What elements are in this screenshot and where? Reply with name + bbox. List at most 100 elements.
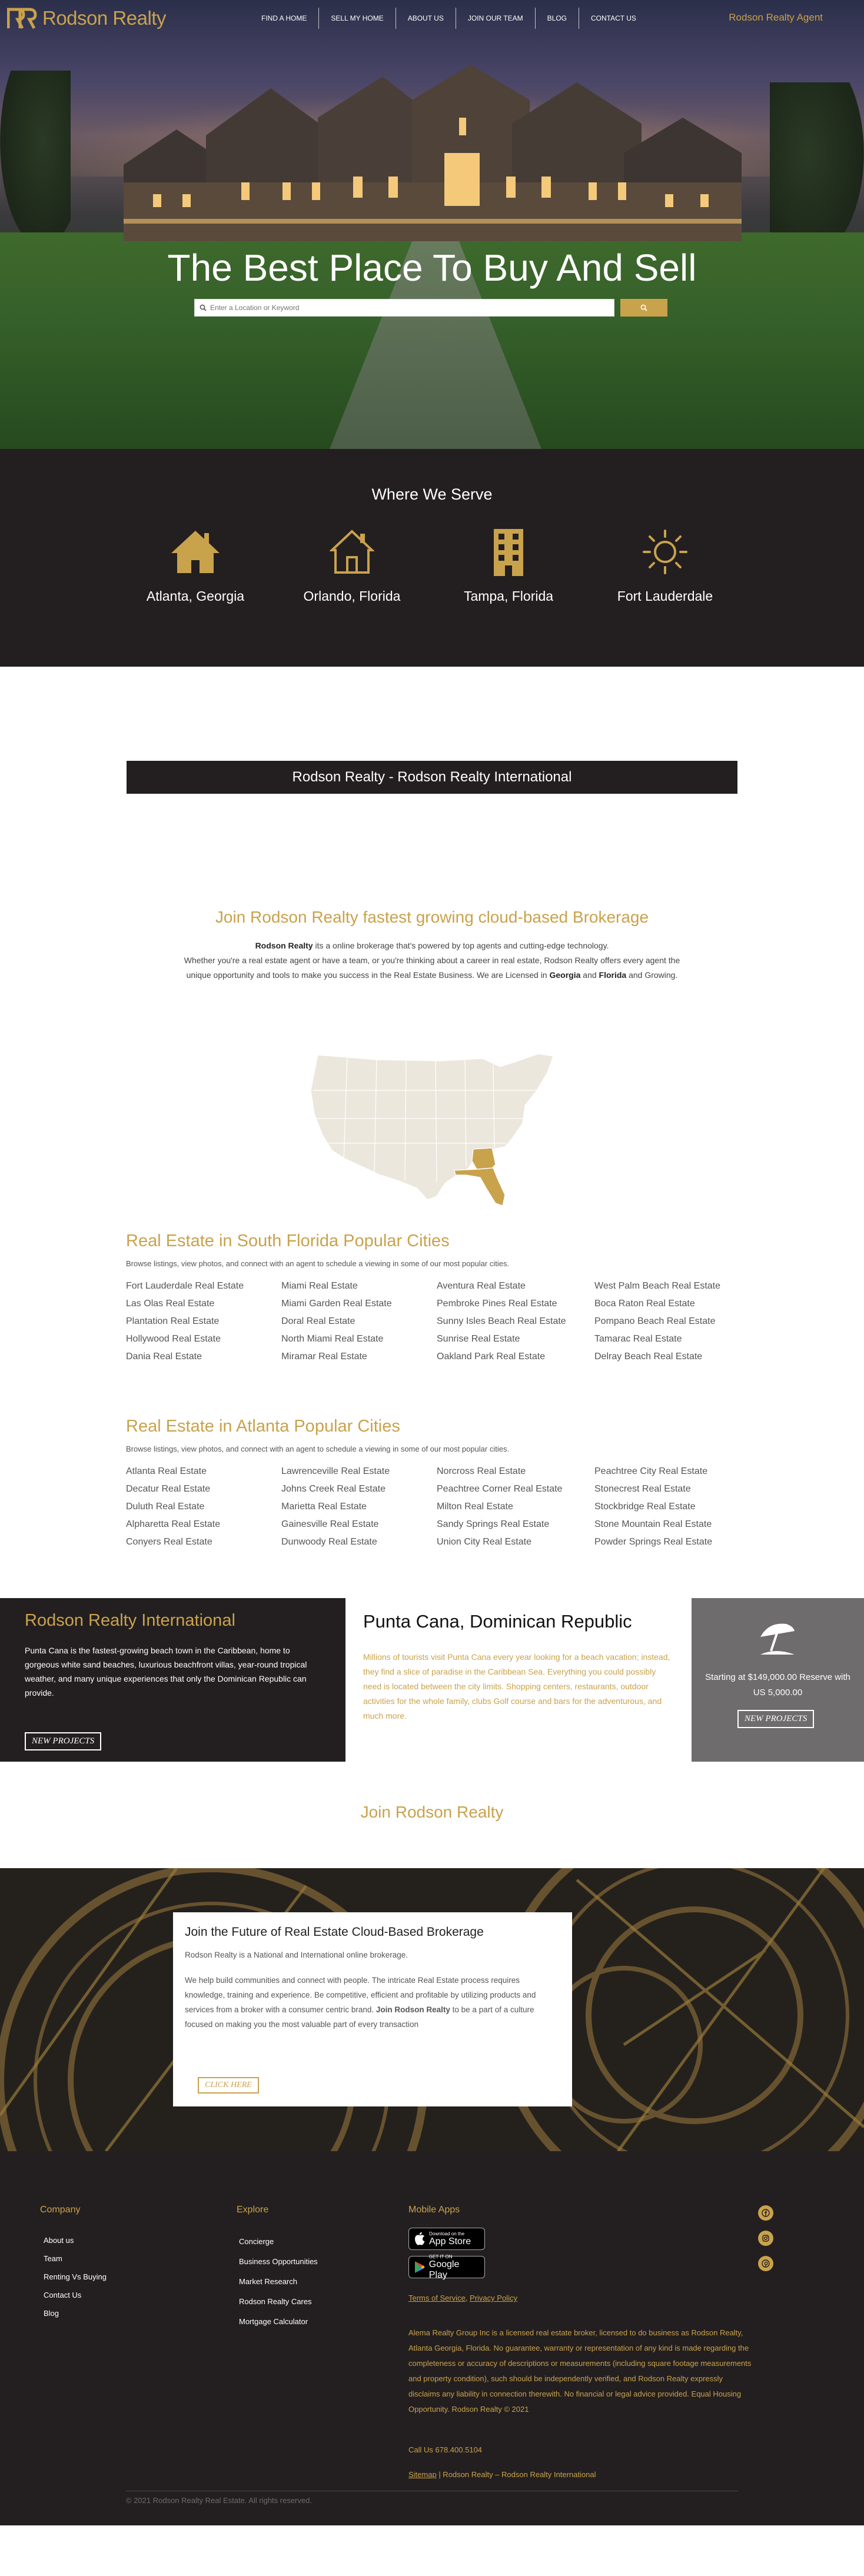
instagram-icon[interactable] [758, 2231, 773, 2246]
city-link[interactable]: Pompano Beach Real Estate [594, 1315, 750, 1327]
serve-city-fort-lauderdale[interactable]: Fort Lauderdale [587, 528, 743, 604]
city-link[interactable]: Doral Real Estate [281, 1315, 437, 1327]
nav-find-a-home[interactable]: FIND A HOME [250, 8, 320, 29]
city-link-label: Sunrise Real Estate [437, 1334, 520, 1344]
city-link[interactable]: Sunrise Real Estate [437, 1333, 594, 1344]
hero-title: The Best Place To Buy And Sell [167, 247, 697, 289]
city-link-label: Dunwoody Real Estate [281, 1537, 377, 1547]
city-link-label: Doral Real Estate [281, 1316, 355, 1326]
city-link[interactable]: Delray Beach Real Estate [594, 1350, 750, 1362]
footer-link-concierge[interactable]: Concierge [239, 2237, 274, 2246]
nav-join-our-team[interactable]: JOIN OUR TEAM [456, 8, 536, 29]
city-link[interactable]: Duluth Real Estate [126, 1500, 281, 1512]
footer-link-renting-vs-buying[interactable]: Renting Vs Buying [44, 2272, 107, 2281]
city-link-label: West Palm Beach Real Estate [594, 1281, 721, 1291]
city-link[interactable]: Union City Real Estate [437, 1536, 594, 1547]
city-link[interactable]: Miami Garden Real Estate [281, 1297, 437, 1309]
pricing-text: Starting at $149,000.00 Reserve with US … [692, 1670, 864, 1700]
search-button[interactable] [620, 299, 667, 317]
city-link[interactable]: Plantation Real Estate [126, 1315, 281, 1327]
city-link[interactable]: Powder Springs Real Estate [594, 1536, 750, 1547]
city-link[interactable]: Dunwoody Real Estate [281, 1536, 437, 1547]
us-map-image [310, 1053, 554, 1206]
nav-about-us[interactable]: ABOUT US [396, 8, 456, 29]
city-link-label: Marietta Real Estate [281, 1502, 367, 1512]
city-link[interactable]: Atlanta Real Estate [126, 1465, 281, 1477]
google-play-badge[interactable]: GET IT ON Google Play [408, 2254, 485, 2280]
city-link[interactable]: Pembroke Pines Real Estate [437, 1297, 594, 1309]
city-link[interactable]: Las Olas Real Estate [126, 1297, 281, 1309]
footer-link-team[interactable]: Team [44, 2254, 62, 2263]
city-link-label: Tamarac Real Estate [594, 1334, 682, 1344]
city-link[interactable]: Oakland Park Real Estate [437, 1350, 594, 1362]
footer-link-about[interactable]: About us [44, 2236, 74, 2245]
city-link[interactable]: Stockbridge Real Estate [594, 1500, 750, 1512]
city-link[interactable]: Peachtree City Real Estate [594, 1465, 750, 1477]
atlanta-cities-section: Real Estate in Atlanta Popular Cities Br… [0, 1417, 864, 1598]
city-link[interactable]: Norcross Real Estate [437, 1465, 594, 1477]
florida-bold: Florida [599, 970, 627, 980]
click-here-button[interactable]: CLICK HERE [198, 2077, 259, 2094]
city-link[interactable]: Marietta Real Estate [281, 1500, 437, 1512]
sitemap-link[interactable]: Sitemap [408, 2470, 437, 2479]
nav-blog[interactable]: BLOG [536, 8, 579, 29]
city-link[interactable]: Fort Lauderdale Real Estate [126, 1280, 281, 1292]
facebook-icon[interactable] [758, 2205, 773, 2221]
city-link[interactable]: North Miami Real Estate [281, 1333, 437, 1344]
price-line-2: US 5,000.00 [753, 1688, 803, 1698]
new-projects-button-right[interactable]: NEW PROJECTS [737, 1710, 815, 1728]
city-link[interactable]: Boca Raton Real Estate [594, 1297, 750, 1309]
terms-of-service-link[interactable]: Terms of Service [408, 2294, 466, 2302]
city-link[interactable]: Hollywood Real Estate [126, 1333, 281, 1344]
footer-link-contact[interactable]: Contact Us [44, 2291, 81, 2299]
city-link-label: Powder Springs Real Estate [594, 1537, 713, 1547]
city-link[interactable]: Dania Real Estate [126, 1350, 281, 1362]
hero-search [194, 299, 667, 317]
footer-link-business-opportunities[interactable]: Business Opportunities [239, 2257, 318, 2266]
city-link[interactable]: Stonecrest Real Estate [594, 1483, 750, 1495]
agent-login-link[interactable]: Rodson Realty Agent [729, 12, 823, 24]
sitemap-rest: | Rodson Realty – Rodson Realty Internat… [436, 2470, 596, 2479]
international-banner[interactable]: Rodson Realty - Rodson Realty Internatio… [127, 761, 737, 794]
city-link[interactable]: Sandy Springs Real Estate [437, 1518, 594, 1530]
app-store-badge[interactable]: Download on the App Store [408, 2228, 485, 2250]
new-projects-button[interactable]: NEW PROJECTS [25, 1732, 102, 1750]
city-link[interactable]: Stone Mountain Real Estate [594, 1518, 750, 1530]
site-logo[interactable]: Rodson Realty [7, 7, 166, 29]
city-link[interactable]: Johns Creek Real Estate [281, 1483, 437, 1495]
serve-city-label: Fort Lauderdale [617, 588, 713, 604]
nav-contact-us[interactable]: CONTACT US [579, 8, 648, 29]
footer-link-market-research[interactable]: Market Research [239, 2277, 297, 2286]
city-link[interactable]: Miramar Real Estate [281, 1350, 437, 1362]
footer-link-mortgage-calculator[interactable]: Mortgage Calculator [239, 2317, 308, 2326]
footer-phone[interactable]: Call Us 678.400.5104 [408, 2445, 482, 2454]
pinterest-icon[interactable] [758, 2256, 773, 2271]
city-link[interactable]: Sunny Isles Beach Real Estate [437, 1315, 594, 1327]
join-brokerage-text: Rodson Realty its a online brokerage tha… [0, 938, 864, 983]
location-search-input[interactable] [210, 304, 609, 312]
city-link[interactable]: Lawrenceville Real Estate [281, 1465, 437, 1477]
city-link[interactable]: Miami Real Estate [281, 1280, 437, 1292]
city-link[interactable]: Alpharetta Real Estate [126, 1518, 281, 1530]
city-link[interactable]: West Palm Beach Real Estate [594, 1280, 750, 1292]
serve-city-atlanta[interactable]: Atlanta, Georgia [117, 528, 274, 604]
footer-link-rodson-cares[interactable]: Rodson Realty Cares [239, 2297, 312, 2306]
apple-icon [415, 2232, 425, 2245]
serve-city-tampa[interactable]: Tampa, Florida [430, 528, 587, 604]
city-link[interactable]: Tamarac Real Estate [594, 1333, 750, 1344]
footer-link-blog[interactable]: Blog [44, 2309, 59, 2318]
international-banner-section: Rodson Realty - Rodson Realty Internatio… [0, 667, 864, 896]
city-link[interactable]: Gainesville Real Estate [281, 1518, 437, 1530]
city-link[interactable]: Aventura Real Estate [437, 1280, 594, 1292]
join-brokerage-heading: Join Rodson Realty fastest growing cloud… [215, 908, 649, 926]
serve-city-orlando[interactable]: Orlando, Florida [274, 528, 430, 604]
international-section: Rodson Realty International Punta Cana i… [0, 1598, 864, 1762]
privacy-policy-link[interactable]: Privacy Policy [470, 2294, 517, 2302]
city-link[interactable]: Peachtree Corner Real Estate [437, 1483, 594, 1495]
city-link[interactable]: Conyers Real Estate [126, 1536, 281, 1547]
city-link[interactable]: Decatur Real Estate [126, 1483, 281, 1495]
nav-sell-my-home[interactable]: SELL MY HOME [319, 8, 396, 29]
footer-explore-heading: Explore [237, 2205, 269, 2215]
city-link[interactable]: Milton Real Estate [437, 1500, 594, 1512]
pricing-panel: Starting at $149,000.00 Reserve with US … [692, 1598, 864, 1762]
